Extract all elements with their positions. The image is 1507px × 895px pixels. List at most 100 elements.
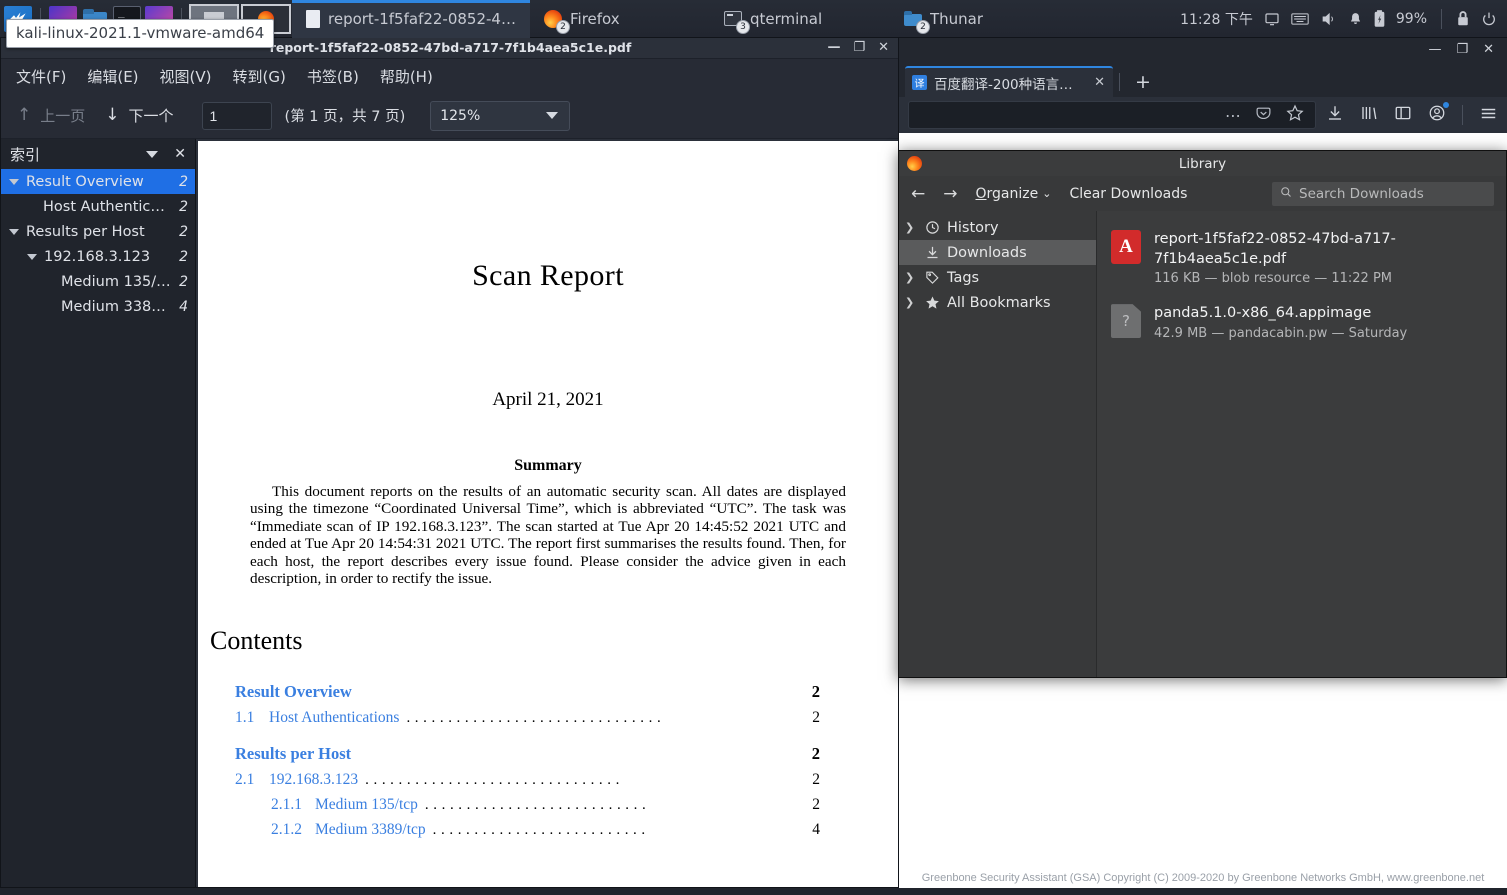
close-icon[interactable]: ✕	[174, 146, 186, 162]
zoom-level-value: 125%	[440, 107, 481, 124]
toc-subsection-medium-135-tcp[interactable]: 2.1.1 Medium 135/tcp ...................…	[235, 796, 820, 814]
sidebar-item-history[interactable]: ❯ History	[899, 215, 1096, 240]
page-number-input[interactable]	[201, 101, 272, 130]
download-item-pdf[interactable]: A report-1f5faf22-0852-47bd-a717-7f1b4ae…	[1097, 221, 1506, 295]
toc-page: 2	[812, 795, 820, 813]
url-bar[interactable]: ⋯	[908, 101, 1316, 129]
triangle-down-icon[interactable]	[9, 178, 19, 185]
taskbar-button-label: Thunar	[929, 9, 984, 28]
index-item-label: 192.168.3.123	[44, 248, 151, 265]
firefox-close-button[interactable]: ✕	[1483, 42, 1494, 57]
taskbar-button-firefox[interactable]: 2 Firefox	[530, 0, 710, 38]
zoom-level-select[interactable]: 125%	[430, 100, 571, 131]
gsa-copyright-footer: Greenbone Security Assistant (GSA) Copyr…	[921, 872, 1485, 884]
library-window-title: Library	[1178, 155, 1227, 172]
pdf-menubar: 文件(F) 编辑(E) 视图(V) 转到(G) 书签(B) 帮助(H)	[1, 59, 900, 93]
next-page-button[interactable]: ↓ 下一个	[95, 100, 183, 131]
pdf-index-panel: 索引 ✕ Result Overview 2 Host Authentica… …	[1, 139, 196, 887]
firefox-maximize-button[interactable]: ❐	[1456, 42, 1468, 57]
toc-dot-leader: ...............................	[365, 771, 624, 788]
document-icon	[306, 9, 320, 28]
firefox-titlebar[interactable]: — ❐ ✕	[899, 36, 1507, 62]
index-item-result-overview[interactable]: Result Overview 2	[1, 169, 195, 194]
arrow-left-icon[interactable]: ←	[911, 184, 925, 204]
new-tab-button[interactable]: +	[1126, 71, 1160, 97]
index-item-medium-135-tcp[interactable]: Medium 135/tcp 2	[1, 269, 195, 294]
prev-page-button[interactable]: ↑ 上一页	[7, 100, 95, 131]
menu-icon[interactable]	[1479, 104, 1498, 127]
firefox-navbar: ⋯	[899, 97, 1507, 133]
downloads-icon[interactable]	[1326, 104, 1344, 126]
organize-label: Organize	[976, 186, 1039, 202]
taskbar-button-thunar[interactable]: 2 Thunar	[890, 0, 1070, 38]
toc-subsection-medium-3389-tcp[interactable]: 2.1.2 Medium 3389/tcp ..................…	[235, 821, 820, 839]
sidebar-item-downloads[interactable]: ❯ Downloads	[899, 240, 1096, 265]
index-item-label: Host Authentica…	[43, 198, 172, 215]
toc-chapter-results-per-host[interactable]: Results per Host 2	[235, 744, 820, 764]
chevron-right-icon[interactable]: ❯	[905, 296, 917, 309]
menu-view[interactable]: 视图(V)	[151, 62, 221, 91]
download-item-appimage[interactable]: ? panda5.1.0-x86_64.appimage 42.9 MB — p…	[1097, 295, 1506, 350]
index-item-host-ip[interactable]: 192.168.3.123 2	[1, 244, 195, 269]
chevron-right-icon[interactable]: ❯	[905, 271, 917, 284]
star-icon	[924, 295, 940, 311]
library-icon[interactable]	[1360, 104, 1378, 126]
display-icon[interactable]	[1264, 11, 1280, 27]
volume-icon[interactable]	[1320, 11, 1337, 27]
toc-section-host-authentications[interactable]: 1.1 Host Authentications ...............…	[235, 709, 820, 727]
battery-icon[interactable]	[1374, 10, 1385, 27]
search-downloads-input[interactable]: Search Downloads	[1272, 181, 1494, 206]
pocket-icon[interactable]	[1255, 105, 1272, 126]
menu-edit[interactable]: 编辑(E)	[78, 62, 147, 91]
table-of-contents: Result Overview 2 1.1 Host Authenticatio…	[224, 682, 872, 839]
pdf-maximize-button[interactable]: ❐	[853, 41, 865, 54]
menu-help[interactable]: 帮助(H)	[371, 62, 442, 91]
lock-icon[interactable]	[1456, 10, 1470, 27]
notification-bell-icon[interactable]	[1348, 11, 1363, 27]
organize-button[interactable]: Organize ⌄	[976, 186, 1052, 202]
toc-dot-leader: ..........................	[432, 821, 650, 838]
sidebar-item-tags[interactable]: ❯ Tags	[899, 265, 1096, 290]
triangle-down-icon[interactable]	[27, 253, 37, 260]
arrow-right-icon[interactable]: →	[943, 184, 957, 204]
index-item-page: 2	[179, 198, 188, 215]
clock-label[interactable]: 11:28 下午	[1180, 9, 1253, 29]
pdf-page-area[interactable]: Scan Report April 21, 2021 Summary This …	[196, 139, 900, 887]
page-actions-icon[interactable]: ⋯	[1225, 106, 1241, 125]
chevron-right-icon[interactable]: ❯	[905, 221, 917, 234]
triangle-down-icon[interactable]	[9, 228, 19, 235]
index-item-host-authentications[interactable]: Host Authentica… 2	[1, 194, 195, 219]
menu-bookmarks[interactable]: 书签(B)	[298, 62, 368, 91]
clear-downloads-button[interactable]: Clear Downloads	[1069, 186, 1187, 202]
index-item-medium-3389-tcp[interactable]: Medium 3389/t… 4	[1, 294, 195, 319]
pdf-close-button[interactable]: ✕	[878, 41, 889, 54]
taskbar-button-label: report-1f5faf22-0852-4…	[328, 9, 516, 28]
firefox-minimize-button[interactable]: —	[1428, 42, 1441, 57]
menu-file[interactable]: 文件(F)	[7, 62, 75, 91]
index-item-results-per-host[interactable]: Results per Host 2	[1, 219, 195, 244]
tab-baidu-translate[interactable]: 译 百度翻译-200种语言互译 ✕	[905, 66, 1113, 97]
window-preview-tooltip: kali-linux-2021.1-vmware-amd64	[6, 19, 275, 48]
toc-dot-leader: ...............................	[406, 709, 666, 726]
firefox-tabstrip: 译 百度翻译-200种语言互译 ✕ +	[899, 62, 1507, 97]
keyboard-icon[interactable]	[1291, 11, 1309, 27]
menu-goto[interactable]: 转到(G)	[224, 62, 295, 91]
toc-section-host-ip[interactable]: 2.1 192.168.3.123 ......................…	[235, 771, 820, 789]
toc-chapter-result-overview[interactable]: Result Overview 2	[235, 682, 820, 702]
sidebar-icon[interactable]	[1394, 104, 1412, 126]
account-icon[interactable]	[1428, 102, 1449, 126]
sidebar-item-all-bookmarks[interactable]: ❯ All Bookmarks	[899, 290, 1096, 315]
chevron-down-icon[interactable]	[146, 150, 159, 158]
close-icon[interactable]: ✕	[1094, 75, 1105, 90]
toc-title: Medium 135/tcp	[315, 795, 418, 813]
library-titlebar[interactable]: Library	[899, 151, 1506, 176]
pdf-page-1: Scan Report April 21, 2021 Summary This …	[198, 141, 898, 887]
taskbar-button-qterminal[interactable]: 3 qterminal	[710, 0, 890, 38]
bookmark-star-icon[interactable]	[1286, 104, 1304, 126]
tab-title: 百度翻译-200种语言互译	[934, 76, 1086, 93]
taskbar-button-report-pdf[interactable]: report-1f5faf22-0852-4…	[292, 0, 530, 38]
power-icon[interactable]	[1481, 11, 1497, 27]
toc-number: 2.1.1	[271, 795, 302, 813]
library-toolbar: ← → Organize ⌄ Clear Downloads Search Do…	[899, 176, 1506, 211]
pdf-minimize-button[interactable]: —	[827, 41, 840, 54]
